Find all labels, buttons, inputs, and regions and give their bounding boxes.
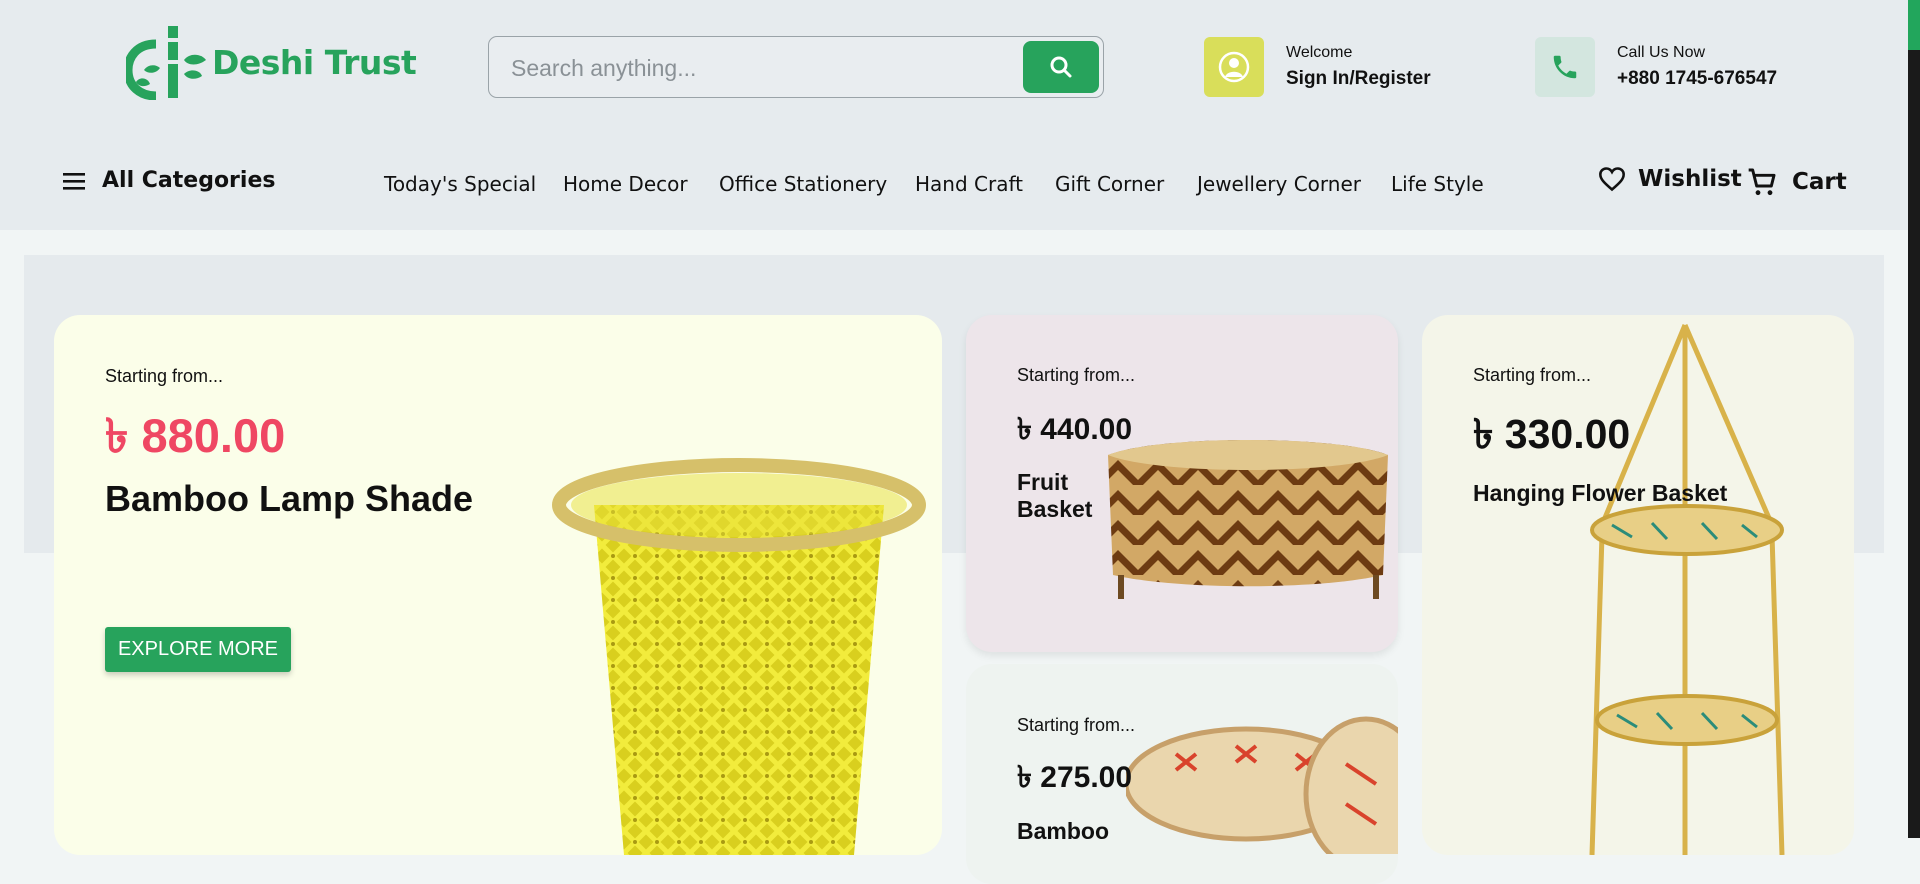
card-title: Hanging Flower Basket — [1473, 480, 1728, 506]
user-icon — [1218, 51, 1250, 83]
card-price: ৳ 330.00 — [1473, 411, 1631, 457]
search-button[interactable] — [1023, 41, 1099, 93]
cart-label: Cart — [1792, 169, 1847, 195]
card-title: Fruit Basket — [1017, 469, 1093, 522]
promo-card-lamp-shade[interactable]: Starting from... ৳ 880.00 Bamboo Lamp Sh… — [54, 315, 942, 855]
account-block[interactable]: Welcome Sign In/Register — [1204, 37, 1431, 97]
search-icon — [1050, 56, 1072, 78]
search-input[interactable] — [509, 37, 1013, 99]
cart-link[interactable]: Cart — [1746, 166, 1847, 198]
card-starting-label: Starting from... — [1017, 715, 1136, 735]
scrollbar-thumb[interactable] — [1908, 50, 1920, 838]
card-price: ৳ 275.00 — [1017, 761, 1133, 794]
fruit-basket-image — [1108, 440, 1388, 599]
nav-item-todays-special[interactable]: Today's Special — [384, 172, 536, 196]
card-title: Bamboo Lamp Shade — [105, 478, 474, 519]
logo[interactable]: Deshi Trust — [126, 24, 417, 100]
nav-item-home-decor[interactable]: Home Decor — [563, 172, 688, 196]
sign-in-link[interactable]: Sign In/Register — [1286, 68, 1431, 90]
menu-icon — [63, 172, 85, 190]
nav-item-hand-craft[interactable]: Hand Craft — [915, 172, 1023, 196]
phone-icon-box — [1535, 37, 1595, 97]
explore-more-button[interactable]: EXPLORE MORE — [105, 627, 291, 672]
card-starting-label: Starting from... — [1473, 365, 1592, 385]
card-starting-label: Starting from... — [105, 366, 224, 386]
wishlist-link[interactable]: Wishlist — [1598, 166, 1742, 192]
phone-number[interactable]: +880 1745-676547 — [1617, 68, 1777, 90]
card-price: ৳ 880.00 — [105, 409, 286, 462]
all-categories-label: All Categories — [102, 168, 276, 193]
card-title: Bamboo — [1017, 818, 1109, 844]
search-bar — [488, 36, 1104, 99]
promo-card-hanging-basket[interactable]: Starting from... ৳ 330.00 Hanging Flower… — [1422, 315, 1854, 855]
heart-icon — [1599, 167, 1625, 192]
lamp-shade-image — [552, 458, 926, 855]
promo-card-fruit-basket[interactable]: Starting from... ৳ 440.00 Fruit Basket — [966, 315, 1398, 652]
contact-block: Call Us Now +880 1745-676547 — [1535, 37, 1777, 97]
all-categories-button[interactable]: All Categories — [62, 168, 275, 193]
nav-item-jewellery-corner[interactable]: Jewellery Corner — [1197, 172, 1361, 196]
nav-item-office-stationery[interactable]: Office Stationery — [719, 172, 887, 196]
bamboo-logo-icon — [126, 26, 206, 100]
wishlist-label: Wishlist — [1638, 166, 1742, 192]
nav-item-life-style[interactable]: Life Style — [1391, 172, 1484, 196]
welcome-label: Welcome — [1286, 44, 1353, 61]
card-price: ৳ 440.00 — [1017, 413, 1133, 446]
promo-card-bamboo[interactable]: Starting from... ৳ 275.00 Bamboo — [966, 664, 1398, 884]
call-us-label: Call Us Now — [1617, 44, 1706, 61]
nav-item-gift-corner[interactable]: Gift Corner — [1055, 172, 1164, 196]
brand-name: Deshi Trust — [212, 42, 417, 82]
account-icon-box — [1204, 37, 1264, 97]
card-starting-label: Starting from... — [1017, 365, 1136, 385]
cart-icon — [1748, 168, 1776, 196]
phone-icon — [1553, 55, 1577, 79]
hanging-basket-image — [1589, 324, 1785, 855]
bamboo-tray-image — [1126, 716, 1398, 854]
